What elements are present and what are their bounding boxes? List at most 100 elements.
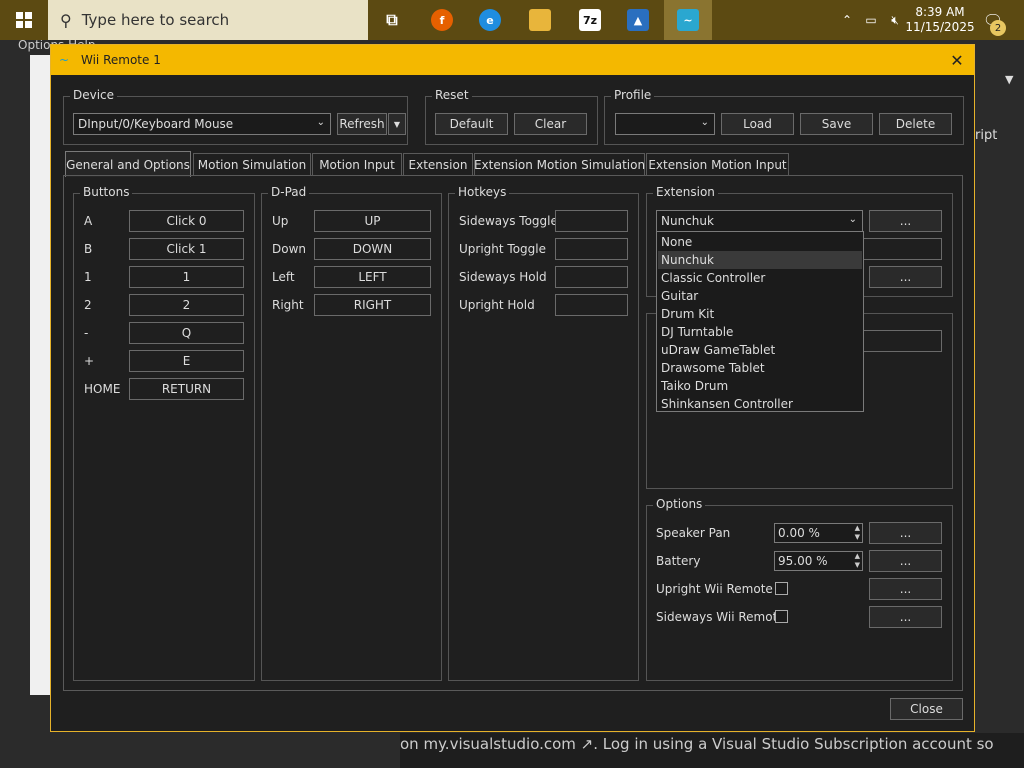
edge-button[interactable]: e — [466, 0, 514, 40]
button-a-mapping[interactable]: Click 0 — [129, 210, 244, 232]
profile-select[interactable]: ⌄ — [615, 113, 715, 135]
battery-label: Battery — [656, 554, 701, 568]
dropdown-option-shinkansen-controller[interactable]: Shinkansen Controller — [658, 395, 862, 413]
button-minus-mapping[interactable]: Q — [129, 322, 244, 344]
window-titlebar[interactable]: ~ Wii Remote 1 ✕ — [51, 45, 974, 75]
dropdown-option-guitar[interactable]: Guitar — [658, 287, 862, 305]
dpad-down-mapping[interactable]: DOWN — [314, 238, 431, 260]
tab-motion-simulation[interactable]: Motion Simulation — [193, 153, 311, 175]
dropdown-option-classic-controller[interactable]: Classic Controller — [658, 269, 862, 287]
chevron-down-icon: ⌄ — [700, 117, 709, 128]
load-button[interactable]: Load — [721, 113, 794, 135]
task-view-button[interactable]: ⧉ — [368, 0, 416, 40]
notification-center-button[interactable]: 🗨︎ 2 — [978, 0, 1008, 40]
dpad-left-mapping[interactable]: LEFT — [314, 266, 431, 288]
background-bottom-text: on my.visualstudio.com ↗. Log in using a… — [400, 733, 1024, 768]
speaker-pan-spinbox[interactable]: 0.00 % ▲ ▼ — [774, 523, 863, 543]
button-2-mapping[interactable]: 2 — [129, 294, 244, 316]
file-explorer-button[interactable] — [516, 0, 564, 40]
upright-more-button[interactable]: ... — [869, 578, 942, 600]
app-icon: ▲ — [627, 9, 649, 31]
search-placeholder: Type here to search — [81, 11, 230, 29]
dolphin-button[interactable]: ~ — [664, 0, 712, 40]
window-close-icon[interactable]: ✕ — [946, 49, 968, 71]
extension-settings-field[interactable] — [863, 330, 942, 352]
hotkey-upright-hold-label: Upright Hold — [459, 298, 535, 312]
sideways-more-button[interactable]: ... — [869, 606, 942, 628]
button-home-mapping[interactable]: RETURN — [129, 378, 244, 400]
battery-spinbox[interactable]: 95.00 % ▲ ▼ — [774, 551, 863, 571]
extension-more-button-2[interactable]: ... — [869, 266, 942, 288]
dpad-right-label: Right — [272, 298, 304, 312]
dpad-left-label: Left — [272, 270, 295, 284]
background-right-panel: ript ▼ — [975, 55, 1024, 735]
default-button[interactable]: Default — [435, 113, 508, 135]
button-1-mapping[interactable]: 1 — [129, 266, 244, 288]
network-icon[interactable]: ▭ — [860, 0, 882, 40]
delete-button[interactable]: Delete — [879, 113, 952, 135]
button-b-label: B — [84, 242, 93, 256]
7zip-button[interactable]: 7z — [566, 0, 614, 40]
extension-more-button[interactable]: ... — [869, 210, 942, 232]
tab-motion-input[interactable]: Motion Input — [312, 153, 402, 175]
buttons-group-label: Buttons — [80, 185, 133, 199]
clear-button[interactable]: Clear — [514, 113, 587, 135]
dropdown-option-none[interactable]: None — [658, 233, 862, 251]
hotkeys-group-label: Hotkeys — [455, 185, 510, 199]
dropdown-option-drum-kit[interactable]: Drum Kit — [658, 305, 862, 323]
upright-wii-remote-checkbox[interactable] — [775, 582, 788, 595]
button-b-mapping[interactable]: Click 1 — [129, 238, 244, 260]
hotkey-sideways-toggle-mapping[interactable] — [555, 210, 628, 232]
spin-arrows-icon[interactable]: ▲ ▼ — [855, 524, 860, 542]
dropdown-option-dj-turntable[interactable]: DJ Turntable — [658, 323, 862, 341]
refresh-button[interactable]: Refresh — [337, 113, 387, 135]
upright-wii-remote-label: Upright Wii Remote — [656, 582, 773, 596]
tab-general-and-options[interactable]: General and Options — [65, 151, 191, 177]
extension-select[interactable]: Nunchuk ⌄ — [656, 210, 863, 232]
hotkey-sideways-hold-mapping[interactable] — [555, 266, 628, 288]
close-button[interactable]: Close — [890, 698, 963, 720]
speaker-muted-icon[interactable]: 🔇︎ — [884, 0, 906, 40]
reset-group-label: Reset — [432, 88, 472, 102]
taskbar-search-box[interactable]: ⚲ Type here to search — [48, 0, 368, 40]
dropdown-option-udraw-gametablet[interactable]: uDraw GameTablet — [658, 341, 862, 359]
tab-extension[interactable]: Extension — [403, 153, 473, 175]
clock[interactable]: 8:39 AM 11/15/2025 — [905, 0, 974, 40]
app-button[interactable]: ▲ — [614, 0, 662, 40]
button-2-label: 2 — [84, 298, 92, 312]
dpad-down-label: Down — [272, 242, 307, 256]
dpad-up-mapping[interactable]: UP — [314, 210, 431, 232]
dolphin-icon: ~ — [59, 53, 70, 67]
sideways-wii-remote-checkbox[interactable] — [775, 610, 788, 623]
speaker-pan-value: 0.00 % — [778, 526, 820, 540]
windows-icon — [16, 12, 32, 28]
dropdown-option-drawsome-tablet[interactable]: Drawsome Tablet — [658, 359, 862, 377]
spin-arrows-icon[interactable]: ▲ ▼ — [855, 552, 860, 570]
refresh-dropdown-button[interactable]: ▼ — [388, 113, 406, 135]
tray-chevron-icon[interactable]: ⌃ — [838, 0, 856, 40]
dropdown-option-nunchuk[interactable]: Nunchuk — [658, 251, 862, 269]
extension-field[interactable] — [863, 238, 942, 260]
button-plus-label: + — [84, 354, 95, 368]
start-button[interactable] — [0, 0, 48, 40]
chevron-down-icon[interactable]: ▼ — [1005, 73, 1019, 87]
hotkey-upright-hold-mapping[interactable] — [555, 294, 628, 316]
hotkey-upright-toggle-label: Upright Toggle — [459, 242, 546, 256]
wii-remote-window: ~ Wii Remote 1 ✕ Device DInput/0/Keyboar… — [50, 44, 975, 732]
save-button[interactable]: Save — [800, 113, 873, 135]
device-select[interactable]: DInput/0/Keyboard Mouse ⌄ — [73, 113, 331, 135]
tab-extension-motion-input[interactable]: Extension Motion Input — [646, 153, 789, 175]
dpad-right-mapping[interactable]: RIGHT — [314, 294, 431, 316]
battery-value: 95.00 % — [778, 554, 828, 568]
notification-count-badge: 2 — [990, 20, 1006, 36]
button-plus-mapping[interactable]: E — [129, 350, 244, 372]
tab-extension-motion-simulation[interactable]: Extension Motion Simulation — [474, 153, 645, 175]
battery-more-button[interactable]: ... — [869, 550, 942, 572]
dolphin-icon: ~ — [677, 9, 699, 31]
speaker-pan-more-button[interactable]: ... — [869, 522, 942, 544]
firefox-button[interactable]: f — [418, 0, 466, 40]
chevron-down-icon: ⌄ — [848, 214, 857, 225]
dropdown-option-taiko-drum[interactable]: Taiko Drum — [658, 377, 862, 395]
hotkey-upright-toggle-mapping[interactable] — [555, 238, 628, 260]
options-group-label: Options — [653, 497, 706, 511]
